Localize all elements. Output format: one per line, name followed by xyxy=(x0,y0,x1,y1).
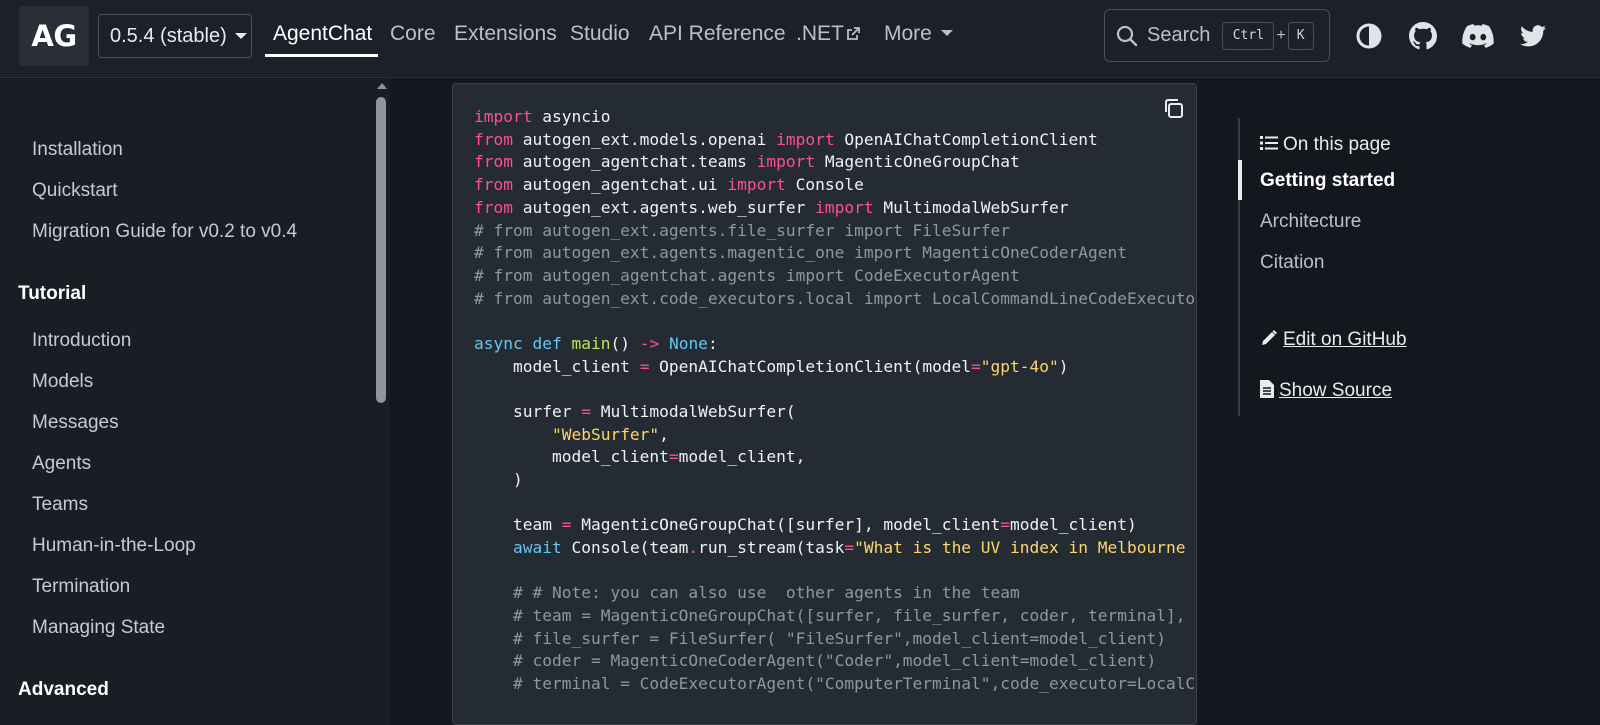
version-label: 0.5.4 (stable) xyxy=(110,24,227,47)
nav-extensions[interactable]: Extensions xyxy=(454,22,557,52)
code-line: model_client=model_client, xyxy=(474,447,806,466)
version-dropdown[interactable]: 0.5.4 (stable) xyxy=(98,14,252,58)
external-link-icon xyxy=(846,27,860,40)
toc-item-architecture[interactable]: Architecture xyxy=(1260,211,1361,233)
sidebar-item-introduction[interactable]: Introduction xyxy=(32,330,131,352)
nav-dotnet[interactable]: .NET xyxy=(796,22,861,52)
nav-api-reference[interactable]: API Reference xyxy=(649,22,786,52)
search-label: Search xyxy=(1147,24,1211,46)
sidebar-item-models[interactable]: Models xyxy=(32,371,93,393)
code-line: import asyncio xyxy=(474,107,611,126)
code-line: surfer = MultimodalWebSurfer( xyxy=(474,402,796,421)
code-comment: # from autogen_agentchat.agents import C… xyxy=(474,266,1020,285)
sidebar-item-termination[interactable]: Termination xyxy=(32,576,130,598)
sidebar-item-human-in-the-loop[interactable]: Human-in-the-Loop xyxy=(32,535,196,557)
scroll-up-arrow-icon[interactable] xyxy=(377,83,387,89)
code-comment: # terminal = CodeExecutorAgent("Computer… xyxy=(512,674,1196,693)
edit-on-github-link[interactable]: Edit on GitHub xyxy=(1260,329,1407,351)
code-block: import asyncio from autogen_ext.models.o… xyxy=(452,83,1197,725)
sidebar-item-agents[interactable]: Agents xyxy=(32,453,91,475)
code-comment: # from autogen_ext.code_executors.local … xyxy=(474,289,1197,308)
chevron-down-icon xyxy=(940,30,953,36)
code-line: "WebSurfer", xyxy=(551,425,669,444)
github-icon[interactable] xyxy=(1409,22,1437,50)
sidebar-item-messages[interactable]: Messages xyxy=(32,412,119,434)
code-line: team = MagenticOneGroupChat([surfer], mo… xyxy=(474,515,1137,534)
show-source-link[interactable]: Show Source xyxy=(1260,380,1392,402)
theme-toggle-icon[interactable] xyxy=(1355,22,1383,50)
nav-active-indicator xyxy=(265,54,378,57)
sidebar-item-managing-state[interactable]: Managing State xyxy=(32,617,165,639)
code-line: async def main() -> None: xyxy=(474,334,718,353)
pencil-icon xyxy=(1262,330,1277,345)
site-logo[interactable]: AG xyxy=(19,6,89,66)
list-icon xyxy=(1260,136,1278,150)
search-button[interactable]: Search Ctrl + K xyxy=(1104,9,1330,62)
toc-active-indicator xyxy=(1238,160,1242,200)
code-line: model_client = OpenAIChatCompletionClien… xyxy=(474,357,1069,376)
code-line: from autogen_agentchat.ui import Console xyxy=(474,175,864,194)
show-source-label: Show Source xyxy=(1279,380,1393,401)
chevron-down-icon xyxy=(234,33,247,39)
discord-icon[interactable] xyxy=(1462,22,1494,50)
toc-item-citation[interactable]: Citation xyxy=(1260,252,1324,274)
nav-dotnet-label: .NET xyxy=(796,22,844,45)
code-line: ) xyxy=(474,470,523,489)
sidebar-item-installation[interactable]: Installation xyxy=(32,139,123,161)
sidebar-caption-advanced: Advanced xyxy=(18,679,109,700)
toc-item-getting-started[interactable]: Getting started xyxy=(1260,170,1395,192)
code-line: await Console(team.run_stream(task="What… xyxy=(474,538,1196,557)
code-line: from autogen_ext.models.openai import Op… xyxy=(474,130,1098,149)
toc-title: On this page xyxy=(1260,134,1391,156)
code-line: from autogen_ext.agents.web_surfer impor… xyxy=(474,198,1069,217)
kbd-ctrl: Ctrl xyxy=(1222,21,1275,50)
twitter-icon[interactable] xyxy=(1519,22,1547,50)
code-comment: # # Note: you can also use other agents … xyxy=(474,583,1020,602)
toc-title-label: On this page xyxy=(1283,134,1391,155)
kbd-plus: + xyxy=(1276,26,1286,44)
nav-more-label: More xyxy=(884,22,932,45)
code-comment: # from autogen_ext.agents.file_surfer im… xyxy=(474,221,1011,240)
code-comment: # coder = MagenticOneCoderAgent("Coder",… xyxy=(474,651,1157,670)
sidebar-caption-tutorial: Tutorial xyxy=(18,283,87,304)
sidebar-scrollbar-thumb[interactable] xyxy=(376,97,386,403)
top-navbar: AG 0.5.4 (stable) AgentChat Core Extensi… xyxy=(0,0,1600,78)
nav-studio[interactable]: Studio xyxy=(570,22,630,52)
file-icon xyxy=(1260,380,1274,398)
nav-core[interactable]: Core xyxy=(390,22,436,52)
search-icon xyxy=(1116,25,1138,46)
code-comment: # team = MagenticOneGroupChat([surfer, f… xyxy=(512,606,1196,625)
code-line: from autogen_agentchat.teams import Mage… xyxy=(474,152,1020,171)
sidebar-item-quickstart[interactable]: Quickstart xyxy=(32,180,118,202)
code-comment: # from autogen_ext.agents.magentic_one i… xyxy=(474,243,1127,262)
kbd-k: K xyxy=(1287,21,1314,50)
edit-on-github-label: Edit on GitHub xyxy=(1283,329,1407,350)
nav-agentchat[interactable]: AgentChat xyxy=(273,22,372,52)
sidebar-item-migration-guide[interactable]: Migration Guide for v0.2 to v0.4 xyxy=(32,221,297,243)
nav-more[interactable]: More xyxy=(884,22,953,52)
left-sidebar: Installation Quickstart Migration Guide … xyxy=(0,79,390,725)
copy-icon[interactable] xyxy=(1161,96,1187,122)
sidebar-item-teams[interactable]: Teams xyxy=(32,494,88,516)
code-comment: # file_surfer = FileSurfer( "FileSurfer"… xyxy=(474,629,1166,648)
